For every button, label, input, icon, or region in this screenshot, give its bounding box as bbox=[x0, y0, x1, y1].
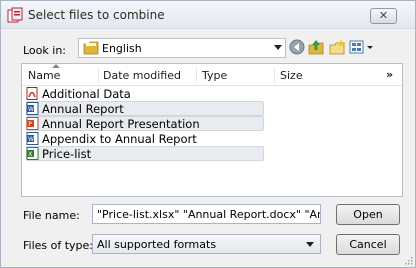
word-icon: W bbox=[26, 132, 39, 145]
look-in-label: Look in: bbox=[23, 44, 66, 57]
sort-arrow-icon bbox=[52, 64, 60, 68]
svg-text:P: P bbox=[28, 121, 32, 128]
pdf-icon bbox=[26, 87, 38, 100]
file-rows: Additional Data W Annual Report P Annual… bbox=[22, 86, 402, 161]
column-type[interactable]: Type bbox=[202, 69, 227, 82]
column-name[interactable]: Name bbox=[28, 69, 60, 82]
chevron-down-icon bbox=[306, 242, 314, 247]
close-button[interactable]: ✕ bbox=[370, 8, 397, 24]
up-folder-icon[interactable] bbox=[307, 38, 325, 56]
column-header: Name Date modified Type Size » bbox=[22, 64, 402, 86]
title-bar: Select files to combine ✕ bbox=[1, 1, 415, 29]
file-type-dropdown[interactable]: All supported formats bbox=[92, 234, 321, 254]
file-name: Additional Data bbox=[42, 87, 131, 101]
view-menu-icon[interactable] bbox=[348, 38, 376, 56]
svg-text:W: W bbox=[28, 106, 34, 113]
look-in-value: English bbox=[102, 42, 142, 55]
look-in-dropdown[interactable]: English bbox=[78, 38, 286, 58]
list-item[interactable]: W Annual Report bbox=[22, 101, 402, 116]
column-date-modified[interactable]: Date modified bbox=[103, 69, 181, 82]
file-name-label: File name: bbox=[23, 209, 80, 222]
back-icon[interactable] bbox=[288, 38, 306, 56]
file-name: Annual Report Presentation bbox=[42, 117, 200, 131]
list-item[interactable]: P Annual Report Presentation bbox=[22, 116, 402, 131]
svg-text:W: W bbox=[28, 136, 34, 143]
column-divider[interactable] bbox=[98, 67, 99, 83]
app-icon bbox=[7, 7, 23, 23]
excel-icon: X bbox=[26, 147, 39, 160]
file-type-value: All supported formats bbox=[97, 238, 217, 251]
svg-text:X: X bbox=[28, 151, 32, 158]
file-name-input[interactable]: "Price-list.xlsx" "Annual Report.docx" "… bbox=[92, 204, 321, 224]
column-divider[interactable] bbox=[274, 67, 275, 83]
file-name: Appendix to Annual Report bbox=[42, 132, 197, 146]
close-icon: ✕ bbox=[378, 9, 389, 22]
file-type-label: Files of type: bbox=[23, 239, 94, 252]
list-item[interactable]: X Price-list bbox=[22, 146, 402, 161]
powerpoint-icon: P bbox=[26, 117, 39, 130]
open-button[interactable]: Open bbox=[336, 204, 400, 225]
new-folder-icon[interactable] bbox=[328, 38, 346, 56]
file-name-value: "Price-list.xlsx" "Annual Report.docx" "… bbox=[97, 208, 320, 221]
column-divider[interactable] bbox=[196, 67, 197, 83]
cancel-button[interactable]: Cancel bbox=[336, 234, 400, 255]
window-title: Select files to combine bbox=[28, 8, 165, 22]
column-size[interactable]: Size bbox=[280, 69, 303, 82]
list-item[interactable]: Additional Data bbox=[22, 86, 402, 101]
file-list[interactable]: Name Date modified Type Size » Additiona… bbox=[21, 63, 403, 197]
more-columns-icon[interactable]: » bbox=[386, 68, 393, 81]
list-item[interactable]: W Appendix to Annual Report bbox=[22, 131, 402, 146]
open-file-dialog: Select files to combine ✕ Look in: Engli… bbox=[0, 0, 416, 268]
word-icon: W bbox=[26, 102, 39, 115]
chevron-down-icon bbox=[274, 45, 282, 50]
folder-icon bbox=[83, 41, 99, 55]
file-name: Annual Report bbox=[42, 102, 124, 116]
file-name: Price-list bbox=[42, 147, 92, 161]
resize-grip-icon[interactable] bbox=[403, 255, 413, 265]
